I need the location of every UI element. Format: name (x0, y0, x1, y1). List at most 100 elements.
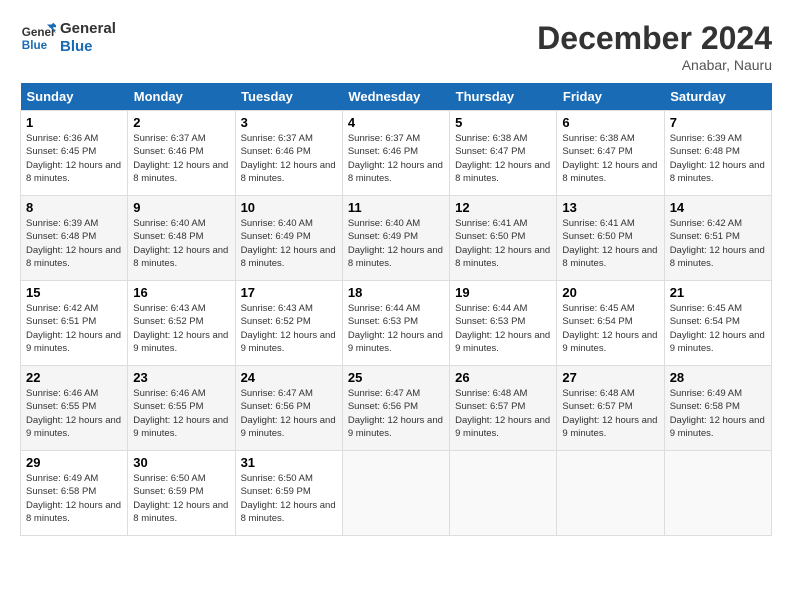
day-number: 17 (241, 285, 337, 300)
day-info: Sunrise: 6:44 AMSunset: 6:53 PMDaylight:… (348, 302, 444, 355)
logo-blue: Blue (60, 38, 116, 56)
calendar-cell: 26Sunrise: 6:48 AMSunset: 6:57 PMDayligh… (450, 366, 557, 451)
day-number: 19 (455, 285, 551, 300)
column-header-monday: Monday (128, 83, 235, 111)
header-row: SundayMondayTuesdayWednesdayThursdayFrid… (21, 83, 772, 111)
calendar-cell: 23 Sunrise: 6:46 AMSunset: 6:55 PMDayligh… (128, 366, 235, 451)
calendar-cell: 29Sunrise: 6:49 AMSunset: 6:58 PMDayligh… (21, 451, 128, 536)
calendar-cell: 20 Sunrise: 6:45 AMSunset: 6:54 PMDayligh… (557, 281, 664, 366)
week-row-5: 29Sunrise: 6:49 AMSunset: 6:58 PMDayligh… (21, 451, 772, 536)
day-info: Sunrise: 6:46 AMSunset: 6:55 PMDaylight:… (133, 387, 229, 440)
calendar-cell (557, 451, 664, 536)
calendar-cell: 2Sunrise: 6:37 AMSunset: 6:46 PMDaylight… (128, 111, 235, 196)
day-number: 13 (562, 200, 658, 215)
day-info: Sunrise: 6:49 AMSunset: 6:58 PMDaylight:… (670, 387, 766, 440)
calendar-cell: 10 Sunrise: 6:40 AMSunset: 6:49 PMDayligh… (235, 196, 342, 281)
day-info: Sunrise: 6:48 AMSunset: 6:57 PMDaylight:… (455, 387, 551, 440)
calendar-cell: 12Sunrise: 6:41 AMSunset: 6:50 PMDayligh… (450, 196, 557, 281)
calendar-cell: 14 Sunrise: 6:42 AMSunset: 6:51 PMDayligh… (664, 196, 771, 281)
day-info: Sunrise: 6:42 AMSunset: 6:51 PMDaylight:… (26, 302, 122, 355)
day-number: 12 (455, 200, 551, 215)
title-block: December 2024 Anabar, Nauru (537, 20, 772, 73)
day-info: Sunrise: 6:38 AMSunset: 6:47 PMDaylight:… (455, 132, 551, 185)
day-number: 7 (670, 115, 766, 130)
calendar-cell: 4Sunrise: 6:37 AMSunset: 6:46 PMDaylight… (342, 111, 449, 196)
day-info: Sunrise: 6:46 AMSunset: 6:55 PMDaylight:… (26, 387, 122, 440)
calendar-cell: 19 Sunrise: 6:44 AMSunset: 6:53 PMDayligh… (450, 281, 557, 366)
calendar-cell: 21Sunrise: 6:45 AMSunset: 6:54 PMDayligh… (664, 281, 771, 366)
calendar-cell: 22 Sunrise: 6:46 AMSunset: 6:55 PMDayligh… (21, 366, 128, 451)
day-info: Sunrise: 6:45 AMSunset: 6:54 PMDaylight:… (562, 302, 658, 355)
day-info: Sunrise: 6:39 AMSunset: 6:48 PMDaylight:… (26, 217, 122, 270)
day-info: Sunrise: 6:40 AMSunset: 6:49 PMDaylight:… (241, 217, 337, 270)
day-number: 27 (562, 370, 658, 385)
day-number: 5 (455, 115, 551, 130)
day-number: 22 (26, 370, 122, 385)
day-number: 11 (348, 200, 444, 215)
day-info: Sunrise: 6:37 AMSunset: 6:46 PMDaylight:… (348, 132, 444, 185)
day-number: 2 (133, 115, 229, 130)
day-info: Sunrise: 6:36 AMSunset: 6:45 PMDaylight:… (26, 132, 122, 185)
day-number: 9 (133, 200, 229, 215)
week-row-3: 15 Sunrise: 6:42 AMSunset: 6:51 PMDayligh… (21, 281, 772, 366)
location: Anabar, Nauru (537, 57, 772, 73)
day-info: Sunrise: 6:47 AMSunset: 6:56 PMDaylight:… (241, 387, 337, 440)
column-header-thursday: Thursday (450, 83, 557, 111)
day-number: 16 (133, 285, 229, 300)
day-number: 24 (241, 370, 337, 385)
day-number: 25 (348, 370, 444, 385)
week-row-1: 1 Sunrise: 6:36 AMSunset: 6:45 PMDaylight… (21, 111, 772, 196)
day-number: 30 (133, 455, 229, 470)
day-number: 15 (26, 285, 122, 300)
day-info: Sunrise: 6:45 AMSunset: 6:54 PMDaylight:… (670, 302, 766, 355)
calendar-cell: 24 Sunrise: 6:47 AMSunset: 6:56 PMDayligh… (235, 366, 342, 451)
column-header-tuesday: Tuesday (235, 83, 342, 111)
column-header-sunday: Sunday (21, 83, 128, 111)
day-number: 23 (133, 370, 229, 385)
day-number: 8 (26, 200, 122, 215)
calendar-cell: 28 Sunrise: 6:49 AMSunset: 6:58 PMDayligh… (664, 366, 771, 451)
day-info: Sunrise: 6:37 AMSunset: 6:46 PMDaylight:… (241, 132, 337, 185)
day-number: 6 (562, 115, 658, 130)
day-number: 20 (562, 285, 658, 300)
logo: General Blue General Blue (20, 20, 116, 56)
day-info: Sunrise: 6:40 AMSunset: 6:49 PMDaylight:… (348, 217, 444, 270)
page-header: General Blue General Blue December 2024 … (20, 20, 772, 73)
calendar-cell: 5 Sunrise: 6:38 AMSunset: 6:47 PMDaylight… (450, 111, 557, 196)
day-number: 1 (26, 115, 122, 130)
week-row-2: 8 Sunrise: 6:39 AMSunset: 6:48 PMDaylight… (21, 196, 772, 281)
calendar-cell (664, 451, 771, 536)
day-info: Sunrise: 6:49 AMSunset: 6:58 PMDaylight:… (26, 472, 122, 525)
day-info: Sunrise: 6:44 AMSunset: 6:53 PMDaylight:… (455, 302, 551, 355)
day-info: Sunrise: 6:38 AMSunset: 6:47 PMDaylight:… (562, 132, 658, 185)
day-info: Sunrise: 6:39 AMSunset: 6:48 PMDaylight:… (670, 132, 766, 185)
day-info: Sunrise: 6:50 AMSunset: 6:59 PMDaylight:… (133, 472, 229, 525)
day-info: Sunrise: 6:42 AMSunset: 6:51 PMDaylight:… (670, 217, 766, 270)
calendar-cell: 15 Sunrise: 6:42 AMSunset: 6:51 PMDayligh… (21, 281, 128, 366)
week-row-4: 22 Sunrise: 6:46 AMSunset: 6:55 PMDayligh… (21, 366, 772, 451)
calendar-cell: 30 Sunrise: 6:50 AMSunset: 6:59 PMDayligh… (128, 451, 235, 536)
day-info: Sunrise: 6:40 AMSunset: 6:48 PMDaylight:… (133, 217, 229, 270)
day-number: 28 (670, 370, 766, 385)
calendar-cell: 8 Sunrise: 6:39 AMSunset: 6:48 PMDaylight… (21, 196, 128, 281)
day-info: Sunrise: 6:43 AMSunset: 6:52 PMDaylight:… (241, 302, 337, 355)
day-number: 18 (348, 285, 444, 300)
day-info: Sunrise: 6:41 AMSunset: 6:50 PMDaylight:… (562, 217, 658, 270)
calendar-cell: 31 Sunrise: 6:50 AMSunset: 6:59 PMDayligh… (235, 451, 342, 536)
day-number: 14 (670, 200, 766, 215)
day-info: Sunrise: 6:47 AMSunset: 6:56 PMDaylight:… (348, 387, 444, 440)
column-header-friday: Friday (557, 83, 664, 111)
calendar-cell: 9 Sunrise: 6:40 AMSunset: 6:48 PMDaylight… (128, 196, 235, 281)
calendar-cell: 25 Sunrise: 6:47 AMSunset: 6:56 PMDayligh… (342, 366, 449, 451)
calendar-cell (342, 451, 449, 536)
day-info: Sunrise: 6:50 AMSunset: 6:59 PMDaylight:… (241, 472, 337, 525)
calendar-cell: 7 Sunrise: 6:39 AMSunset: 6:48 PMDaylight… (664, 111, 771, 196)
day-info: Sunrise: 6:43 AMSunset: 6:52 PMDaylight:… (133, 302, 229, 355)
calendar-table: SundayMondayTuesdayWednesdayThursdayFrid… (20, 83, 772, 536)
logo-icon: General Blue (20, 20, 56, 56)
day-number: 31 (241, 455, 337, 470)
calendar-cell: 16 Sunrise: 6:43 AMSunset: 6:52 PMDayligh… (128, 281, 235, 366)
day-number: 10 (241, 200, 337, 215)
calendar-cell: 13 Sunrise: 6:41 AMSunset: 6:50 PMDayligh… (557, 196, 664, 281)
svg-text:Blue: Blue (22, 39, 48, 52)
